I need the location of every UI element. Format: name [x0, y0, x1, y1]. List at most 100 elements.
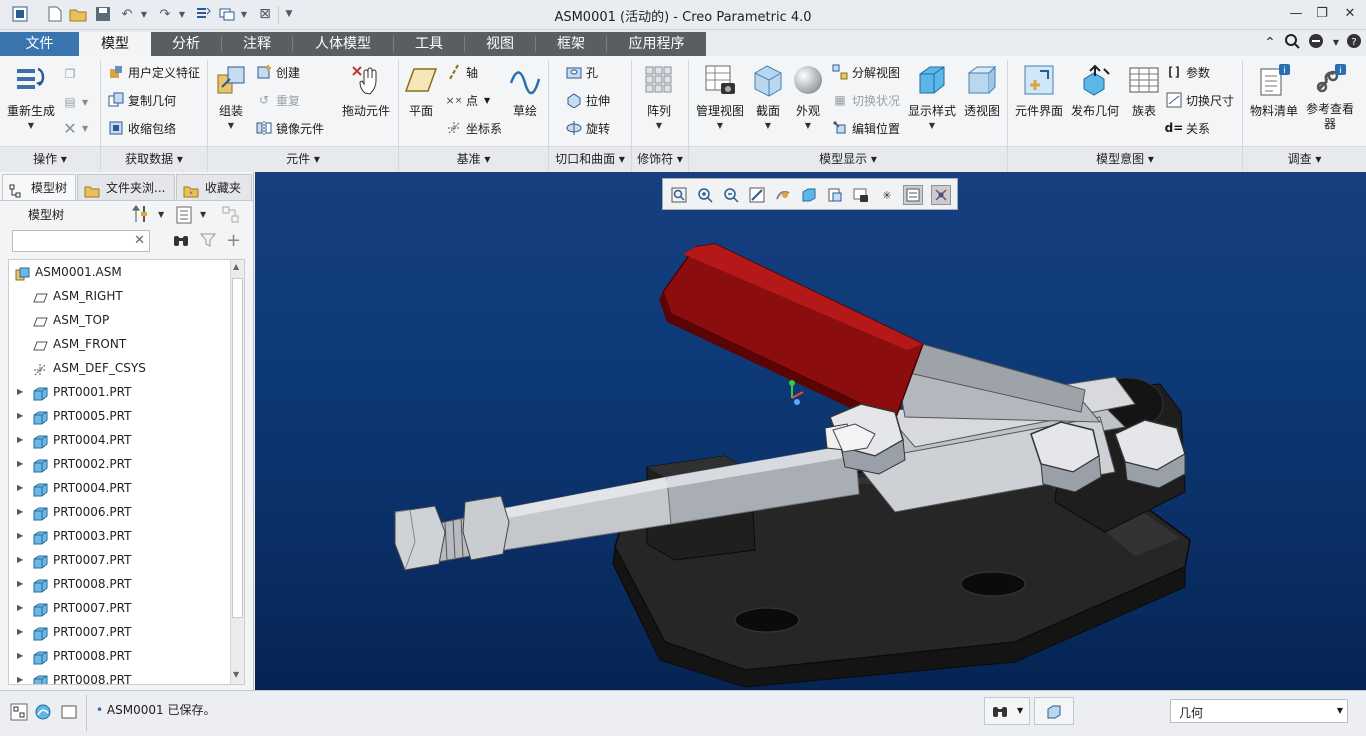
chevron-down-icon[interactable]: ▼ — [694, 121, 746, 130]
tab-applications[interactable]: 应用程序 — [607, 32, 706, 56]
expand-icon[interactable]: ▶ — [17, 452, 23, 476]
tree-item[interactable]: ▶ PRT0008.PRT — [9, 668, 231, 684]
pattern-button[interactable]: 阵列 ▼ — [638, 62, 680, 130]
scroll-up-icon[interactable]: ▲ — [233, 262, 239, 271]
tree-item[interactable]: ▶ PRT0002.PRT — [9, 452, 231, 476]
close-button[interactable]: ✕ — [1338, 3, 1362, 25]
display-style-button[interactable]: 显示样式 ▼ — [906, 62, 958, 130]
switch-dimensions-button[interactable]: 切换尺寸 — [1166, 90, 1234, 110]
manage-views-button[interactable]: 管理视图 ▼ — [694, 62, 746, 130]
group-datum[interactable]: 基准 ▾ — [399, 146, 548, 172]
tree-item[interactable]: ▶ PRT0007.PRT — [9, 548, 231, 572]
delete-button[interactable]: ✕ ▼ — [62, 118, 88, 138]
tab-view[interactable]: 视图 — [465, 32, 535, 56]
exploded-view-button[interactable]: 分解视图 — [832, 62, 900, 82]
relations-button[interactable]: d= 关系 — [1165, 118, 1210, 138]
repeat-button[interactable]: ↺ 重复 — [256, 90, 300, 110]
hole-button[interactable]: 孔 — [566, 62, 598, 82]
sketch-button[interactable]: 草绘 — [506, 62, 544, 119]
assemble-button[interactable]: 组装 ▼ — [212, 62, 250, 130]
zoom-out-icon[interactable] — [721, 185, 741, 205]
expand-icon[interactable]: ▶ — [17, 500, 23, 524]
group-model-intent[interactable]: 模型意图 ▾ — [1008, 146, 1242, 172]
tree-item[interactable]: ▶ PRT0004.PRT — [9, 428, 231, 452]
collapse-ribbon-icon[interactable]: ⌃ — [1260, 33, 1280, 53]
restore-button[interactable]: ❐ — [1310, 3, 1334, 25]
user-defined-feature-button[interactable]: 用户定义特征 — [108, 62, 200, 82]
scroll-thumb[interactable] — [232, 278, 243, 618]
tree-item[interactable]: ASM0001.ASM — [9, 260, 231, 284]
tree-item[interactable]: ▶ PRT0007.PRT — [9, 596, 231, 620]
help-dropdown-icon[interactable]: ▼ — [1326, 33, 1346, 53]
section-button[interactable]: 截面 ▼ — [750, 62, 786, 130]
chevron-down-icon[interactable]: ▼ — [750, 121, 786, 130]
named-views-icon[interactable] — [851, 185, 871, 205]
parameters-button[interactable]: [] 参数 — [1166, 62, 1210, 82]
chevron-down-icon[interactable]: ▼ — [158, 210, 164, 219]
add-column-icon[interactable]: + — [226, 230, 241, 251]
navigator-toggle-icon[interactable] — [10, 703, 28, 721]
toggle-status-button[interactable]: ▦ 切换状况 — [832, 90, 900, 110]
help-icon[interactable]: ? — [1344, 33, 1364, 53]
copy-button[interactable]: ❐ — [62, 64, 82, 84]
copy-geometry-button[interactable]: 复制几何 — [108, 90, 176, 110]
browser-toggle-icon[interactable] — [34, 703, 52, 721]
tree-item[interactable]: ▶ PRT0006.PRT — [9, 500, 231, 524]
extrude-button[interactable]: 拉伸 — [566, 90, 610, 110]
tab-file[interactable]: 文件 — [0, 32, 79, 56]
graphics-window[interactable] — [255, 172, 1366, 690]
regenerate-button[interactable]: 重新生成 ▼ — [6, 62, 56, 130]
group-component[interactable]: 元件 ▾ — [208, 146, 398, 172]
tree-filter-icon[interactable] — [222, 206, 242, 224]
chevron-down-icon[interactable]: ▼ — [212, 121, 250, 130]
tree-search-input[interactable]: ✕ — [12, 230, 150, 252]
display-style-icon[interactable] — [799, 185, 819, 205]
expand-icon[interactable]: ▶ — [17, 548, 23, 572]
tree-item[interactable]: ▶ PRT0008.PRT — [9, 572, 231, 596]
tree-item[interactable]: ▶ PRT0001.PRT — [9, 380, 231, 404]
group-operations[interactable]: 操作 ▾ — [0, 146, 100, 172]
create-button[interactable]: 创建 — [256, 62, 300, 82]
clear-search-icon[interactable]: ✕ — [134, 233, 145, 248]
tree-item[interactable]: ASM_TOP — [9, 308, 231, 332]
chevron-down-icon[interactable]: ▼ — [906, 121, 958, 130]
spin-toggle-icon[interactable] — [931, 185, 951, 205]
chevron-down-icon[interactable]: ▼ — [200, 210, 206, 219]
annotation-display-icon[interactable] — [903, 185, 923, 205]
expand-icon[interactable]: ▶ — [17, 476, 23, 500]
selection-mode-button[interactable] — [1034, 697, 1074, 725]
tab-model[interactable]: 模型 — [79, 32, 151, 57]
tab-tools[interactable]: 工具 — [394, 32, 464, 56]
expand-icon[interactable]: ▶ — [17, 620, 23, 644]
tree-item[interactable]: ▶ PRT0007.PRT — [9, 620, 231, 644]
chevron-down-icon[interactable]: ▼ — [638, 121, 680, 130]
publish-geometry-button[interactable]: 发布几何 — [1068, 62, 1122, 119]
settings-icon[interactable] — [132, 204, 152, 224]
group-investigate[interactable]: 调查 ▾ — [1243, 146, 1366, 172]
csys-button[interactable]: 坐标系 — [446, 118, 502, 138]
expand-icon[interactable]: ▶ — [17, 644, 23, 668]
tree-item[interactable]: ▶ PRT0004.PRT — [9, 476, 231, 500]
datum-axis-button[interactable]: 轴 — [446, 62, 478, 82]
saved-orientations-icon[interactable] — [825, 185, 845, 205]
appearance-button[interactable]: 外观 ▼ — [790, 62, 826, 130]
family-table-button[interactable]: 族表 — [1126, 62, 1162, 119]
search-icon[interactable] — [1282, 33, 1302, 53]
filter-icon[interactable] — [199, 232, 218, 250]
tab-analysis[interactable]: 分析 — [151, 32, 221, 56]
tab-manikin[interactable]: 人体模型 — [293, 32, 393, 56]
show-options-icon[interactable] — [176, 206, 194, 224]
group-modifiers[interactable]: 修饰符 ▾ — [632, 146, 688, 172]
expand-icon[interactable]: ▶ — [17, 404, 23, 428]
expand-icon[interactable]: ▶ — [17, 524, 23, 548]
smart-selection-button[interactable]: ▼ — [984, 697, 1030, 725]
refit-icon[interactable] — [669, 185, 689, 205]
mirror-component-button[interactable]: 镜像元件 — [256, 118, 324, 138]
full-screen-icon[interactable] — [60, 703, 78, 721]
reference-viewer-button[interactable]: i 参考查看器 — [1302, 62, 1358, 132]
expand-icon[interactable]: ▶ — [17, 596, 23, 620]
scroll-down-icon[interactable]: ▼ — [233, 670, 239, 679]
minimize-button[interactable]: — — [1284, 3, 1308, 25]
drag-components-button[interactable]: 拖动元件 — [340, 62, 392, 119]
tab-model-tree[interactable]: 模型树 — [2, 174, 76, 200]
